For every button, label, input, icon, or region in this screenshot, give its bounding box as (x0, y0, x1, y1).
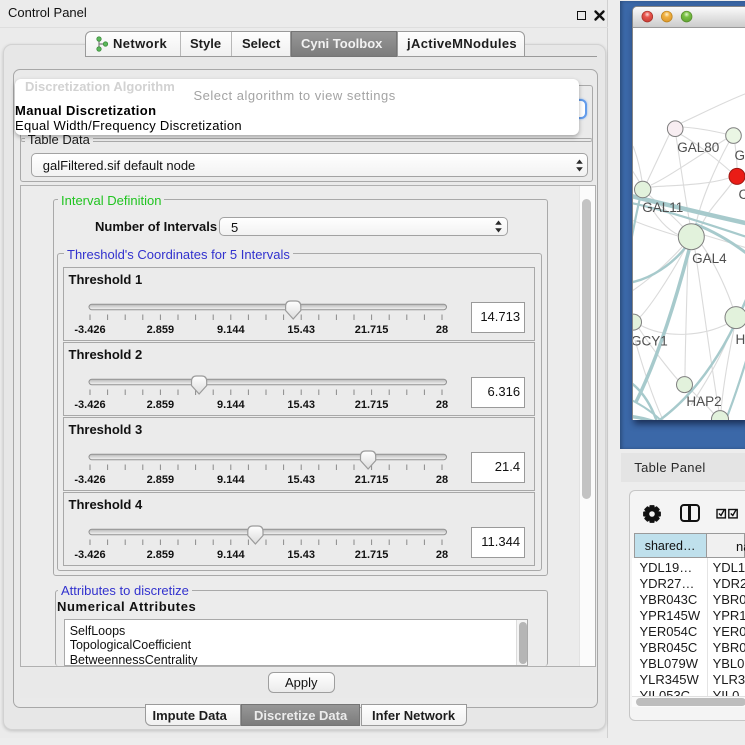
svg-text:G.: G. (734, 148, 745, 163)
svg-text:HAP2: HAP2 (686, 394, 721, 409)
svg-text:GAL80: GAL80 (677, 140, 719, 155)
svg-text:GCY1: GCY1 (633, 333, 668, 348)
svg-text:GAL11: GAL11 (642, 200, 683, 215)
svg-text:GAL4: GAL4 (692, 251, 727, 266)
svg-text:H: H (735, 332, 745, 347)
svg-text:C: C (738, 187, 745, 202)
